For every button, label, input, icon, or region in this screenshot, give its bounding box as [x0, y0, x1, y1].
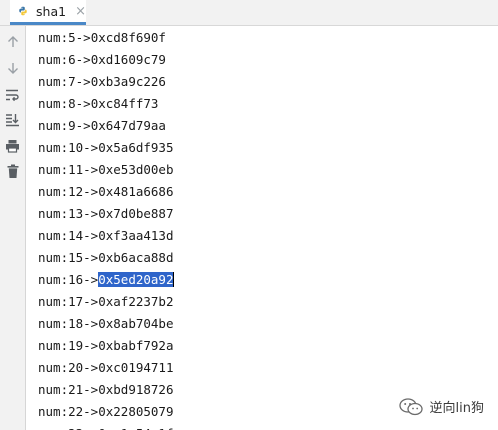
hex-value: 0x22805079 — [98, 404, 174, 419]
hex-value: 0xb3a9c226 — [90, 74, 166, 89]
console-line: num:13->0x7d0be887 — [38, 205, 173, 223]
watermark: 逆向lin狗 — [398, 397, 484, 416]
line-prefix: num:15-> — [38, 250, 99, 265]
line-prefix: num:22-> — [38, 404, 99, 419]
console-line: num:23->0xc1e54c1f — [38, 425, 173, 430]
line-prefix: num:11-> — [38, 162, 99, 177]
line-prefix: num:23-> — [38, 426, 98, 430]
soft-wrap-icon — [6, 89, 19, 101]
selected-hex-value: 0x5ed20a92 — [98, 272, 174, 287]
hex-value: 0xf3aa413d — [98, 228, 174, 243]
clear-all-button[interactable] — [3, 162, 22, 181]
print-button[interactable] — [3, 136, 22, 155]
line-prefix: num:13-> — [38, 206, 99, 221]
console-line: num:8->0xc84ff73 — [38, 95, 158, 113]
scroll-to-end-button[interactable] — [3, 110, 22, 129]
scroll-up-icon — [7, 35, 18, 47]
python-icon — [19, 6, 27, 16]
hex-value: 0x481a6686 — [98, 184, 174, 199]
console-output[interactable]: num:5->0xcd8f690f num:6->0xd1609c79 num:7-… — [26, 26, 498, 430]
watermark-text: 逆向lin狗 — [429, 401, 484, 416]
line-prefix: num:18-> — [38, 316, 99, 331]
hex-value: 0xcd8f690f — [90, 30, 166, 45]
console-line: num:18->0x8ab704be — [38, 315, 173, 333]
wechat-logo-icon — [398, 397, 423, 415]
console-line: num:17->0xaf2237b2 — [38, 293, 173, 311]
tab-title: sha1 — [36, 3, 67, 19]
run-console-window: sha1 × num:5->0xcd8f690f num:6->0xd1609c… — [0, 0, 498, 430]
console-toolbar — [0, 26, 26, 430]
tab-bar: sha1 × — [0, 0, 498, 26]
console-line: num:16->0x5ed20a92 — [38, 271, 175, 289]
hex-value: 0x647d79aa — [90, 118, 166, 133]
hex-value: 0xaf2237b2 — [98, 294, 174, 309]
hex-value: 0xc1e54c1f — [98, 426, 173, 430]
hex-value: 0xd1609c79 — [90, 52, 166, 67]
console-line: num:15->0xb6aca88d — [38, 249, 173, 267]
clear-all-icon — [7, 164, 18, 178]
line-prefix: num:17-> — [38, 294, 99, 309]
scroll-down-button[interactable] — [3, 58, 22, 77]
hex-value: 0xbd918726 — [98, 382, 174, 397]
console-line: num:6->0xd1609c79 — [38, 51, 166, 69]
hex-value: 0x5a6df935 — [98, 140, 174, 155]
line-prefix: num:9-> — [38, 118, 91, 133]
console-line: num:21->0xbd918726 — [38, 381, 173, 399]
line-prefix: num:8-> — [38, 96, 91, 111]
console-line: num:22->0x22805079 — [38, 403, 173, 421]
line-prefix: num:10-> — [38, 140, 99, 155]
line-prefix: num:12-> — [38, 184, 99, 199]
line-prefix: num:21-> — [38, 382, 99, 397]
line-prefix: num:14-> — [38, 228, 99, 243]
print-icon — [6, 139, 19, 153]
text-caret — [173, 272, 175, 287]
soft-wrap-button[interactable] — [3, 85, 22, 104]
line-prefix: num:16-> — [38, 272, 99, 287]
console-line: num:19->0xbabf792a — [38, 337, 173, 355]
console-line: num:9->0x647d79aa — [38, 117, 166, 135]
hex-value: 0xc0194711 — [98, 360, 174, 375]
console-line: num:5->0xcd8f690f — [38, 29, 166, 47]
hex-value: 0xe53d00eb — [98, 162, 174, 177]
console-line: num:14->0xf3aa413d — [38, 227, 173, 245]
console-line: num:20->0xc0194711 — [38, 359, 173, 377]
console-line: num:12->0x481a6686 — [38, 183, 173, 201]
tab-sha1[interactable]: sha1 × — [10, 0, 86, 25]
line-prefix: num:6-> — [38, 52, 91, 67]
line-prefix: num:20-> — [38, 360, 99, 375]
hex-value: 0xb6aca88d — [98, 250, 174, 265]
hex-value: 0x7d0be887 — [98, 206, 174, 221]
hex-value: 0x8ab704be — [98, 316, 174, 331]
hex-value: 0xbabf792a — [98, 338, 174, 353]
scroll-down-icon — [7, 62, 18, 74]
console-line: num:7->0xb3a9c226 — [38, 73, 166, 91]
hex-value: 0xc84ff73 — [90, 96, 159, 111]
line-prefix: num:19-> — [38, 338, 99, 353]
console-line: num:11->0xe53d00eb — [38, 161, 173, 179]
console-line: num:10->0x5a6df935 — [38, 139, 173, 157]
scroll-up-button[interactable] — [3, 32, 22, 51]
line-prefix: num:7-> — [38, 74, 91, 89]
tab-close-icon[interactable]: × — [75, 5, 86, 18]
line-prefix: num:5-> — [38, 30, 91, 45]
scroll-to-end-icon — [6, 113, 19, 126]
